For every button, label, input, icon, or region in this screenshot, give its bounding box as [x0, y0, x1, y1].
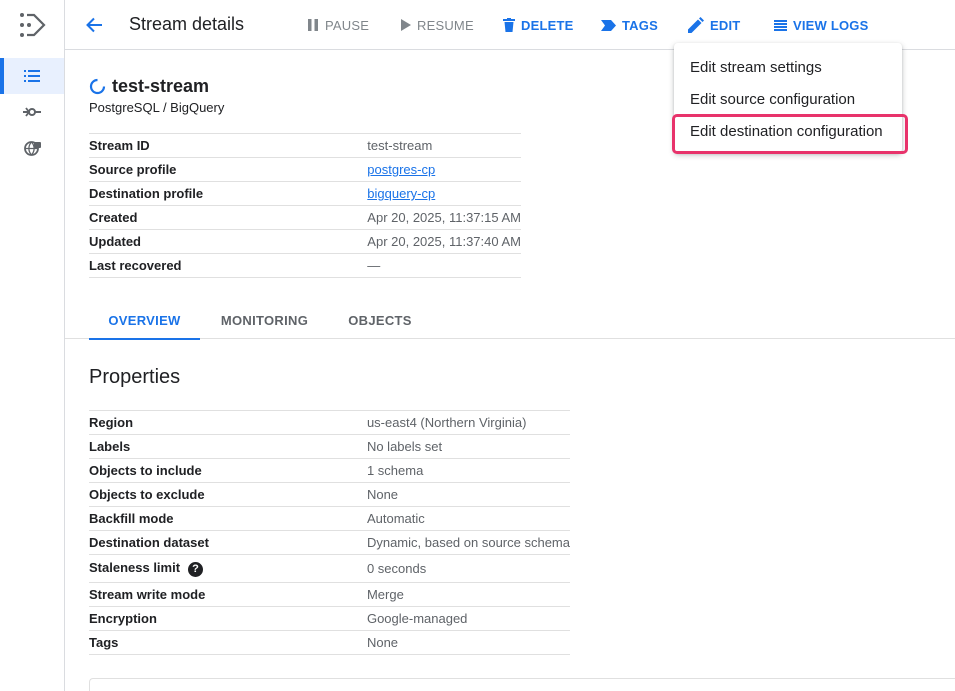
- property-key: Stream write mode: [89, 582, 367, 607]
- tab-monitoring[interactable]: MONITORING: [212, 302, 317, 339]
- page-title: Stream details: [129, 14, 245, 34]
- table-row: Last recovered —: [89, 253, 521, 278]
- detail-key: Source profile: [89, 157, 368, 182]
- menu-item-edit-stream-settings[interactable]: Edit stream settings: [674, 51, 902, 83]
- resume-label: RESUME: [417, 17, 474, 33]
- table-row: Encryption Google-managed: [89, 606, 570, 631]
- properties-title: Properties: [89, 366, 181, 388]
- tab-overview[interactable]: OVERVIEW: [89, 302, 200, 340]
- tag-icon: [601, 19, 616, 31]
- detail-key: Created: [89, 205, 368, 230]
- menu-item-edit-destination-configuration[interactable]: Edit destination configuration: [672, 114, 908, 154]
- datastream-logo-icon: [19, 13, 46, 37]
- pencil-icon: [688, 17, 704, 33]
- tags-label: TAGS: [622, 17, 658, 33]
- next-section-card: [89, 678, 955, 691]
- detail-value: —: [367, 253, 521, 278]
- table-row: Tags None: [89, 630, 570, 655]
- properties-table: Region us-east4 (Northern Virginia) Labe…: [89, 410, 570, 655]
- property-key-cell: Staleness limit?: [89, 554, 367, 583]
- connection-profile-icon: [23, 107, 41, 117]
- edit-button[interactable]: EDIT: [688, 16, 740, 34]
- stream-subtitle: PostgreSQL / BigQuery: [89, 100, 225, 115]
- property-value: None: [366, 630, 570, 655]
- property-key: Labels: [89, 434, 367, 459]
- view-logs-label: VIEW LOGS: [793, 17, 869, 33]
- help-icon[interactable]: ?: [188, 561, 204, 577]
- table-row: Staleness limit? 0 seconds: [89, 554, 570, 583]
- pause-icon: [308, 19, 318, 31]
- table-row: Updated Apr 20, 2025, 11:37:40 AM: [89, 229, 521, 254]
- table-row: Objects to exclude None: [89, 482, 570, 507]
- property-value: Google-managed: [366, 606, 570, 631]
- detail-value: Apr 20, 2025, 11:37:40 AM: [367, 229, 521, 254]
- property-value: Merge: [366, 582, 570, 607]
- table-row: Destination dataset Dynamic, based on so…: [89, 530, 570, 555]
- tab-bar: OVERVIEW MONITORING OBJECTS: [65, 302, 955, 340]
- property-value: No labels set: [366, 434, 570, 459]
- table-row: Backfill mode Automatic: [89, 506, 570, 531]
- property-value: None: [366, 482, 570, 507]
- delete-label: DELETE: [521, 17, 574, 33]
- property-key: Tags: [89, 630, 367, 655]
- play-icon: [401, 19, 411, 31]
- table-row: Destination profile bigquery-cp: [89, 181, 521, 206]
- source-profile-link[interactable]: postgres-cp: [367, 162, 435, 177]
- list-icon: [774, 19, 787, 31]
- left-nav-rail: [0, 0, 65, 691]
- pause-button[interactable]: PAUSE: [307, 16, 369, 34]
- rail-streams[interactable]: [0, 58, 64, 94]
- edit-dropdown-menu: Edit stream settings Edit source configu…: [672, 43, 908, 154]
- property-key: Staleness limit: [89, 560, 181, 576]
- stream-name: test-stream: [112, 76, 210, 96]
- stream-details-table: Stream ID test-stream Source profile pos…: [89, 133, 521, 278]
- edit-label: EDIT: [710, 17, 741, 33]
- back-button[interactable]: [81, 12, 107, 38]
- table-row: Labels No labels set: [89, 434, 570, 459]
- detail-value: test-stream: [367, 133, 521, 158]
- property-key: Objects to exclude: [89, 482, 367, 507]
- property-value: 0 seconds: [366, 554, 570, 583]
- detail-key: Last recovered: [89, 253, 368, 278]
- property-key: Region: [89, 410, 367, 435]
- detail-value: Apr 20, 2025, 11:37:15 AM: [367, 205, 521, 230]
- table-row: Region us-east4 (Northern Virginia): [89, 410, 570, 435]
- menu-item-edit-source-configuration[interactable]: Edit source configuration: [674, 83, 902, 115]
- globe-lock-icon: [23, 140, 41, 156]
- datastream-logo[interactable]: [0, 0, 65, 50]
- view-logs-button[interactable]: VIEW LOGS: [774, 16, 868, 34]
- delete-button[interactable]: DELETE: [503, 16, 573, 34]
- arrow-back-icon: [86, 17, 102, 33]
- loading-spinner-icon: [89, 78, 106, 95]
- property-key: Destination dataset: [89, 530, 367, 555]
- resume-button[interactable]: RESUME: [400, 16, 474, 34]
- tab-objects[interactable]: OBJECTS: [341, 302, 419, 339]
- property-key: Backfill mode: [89, 506, 367, 531]
- detail-key: Destination profile: [89, 181, 368, 206]
- property-value: Automatic: [366, 506, 570, 531]
- detail-key: Stream ID: [89, 133, 368, 158]
- destination-profile-link[interactable]: bigquery-cp: [367, 186, 435, 201]
- table-row: Source profile postgres-cp: [89, 157, 521, 182]
- table-row: Stream ID test-stream: [89, 133, 521, 158]
- table-row: Objects to include 1 schema: [89, 458, 570, 483]
- pause-label: PAUSE: [325, 17, 370, 33]
- property-value: Dynamic, based on source schema: [366, 530, 570, 555]
- property-key: Encryption: [89, 606, 367, 631]
- detail-key: Updated: [89, 229, 368, 254]
- tags-button[interactable]: TAGS: [601, 16, 658, 34]
- streams-list-icon: [24, 70, 40, 82]
- property-value: us-east4 (Northern Virginia): [366, 410, 570, 435]
- property-key: Objects to include: [89, 458, 367, 483]
- trash-icon: [503, 18, 515, 32]
- property-value: 1 schema: [366, 458, 570, 483]
- table-row: Stream write mode Merge: [89, 582, 570, 607]
- table-row: Created Apr 20, 2025, 11:37:15 AM: [89, 205, 521, 230]
- rail-connection-profiles[interactable]: [0, 94, 64, 130]
- stream-header: test-stream: [89, 76, 209, 97]
- rail-private-connectivity[interactable]: [0, 130, 64, 166]
